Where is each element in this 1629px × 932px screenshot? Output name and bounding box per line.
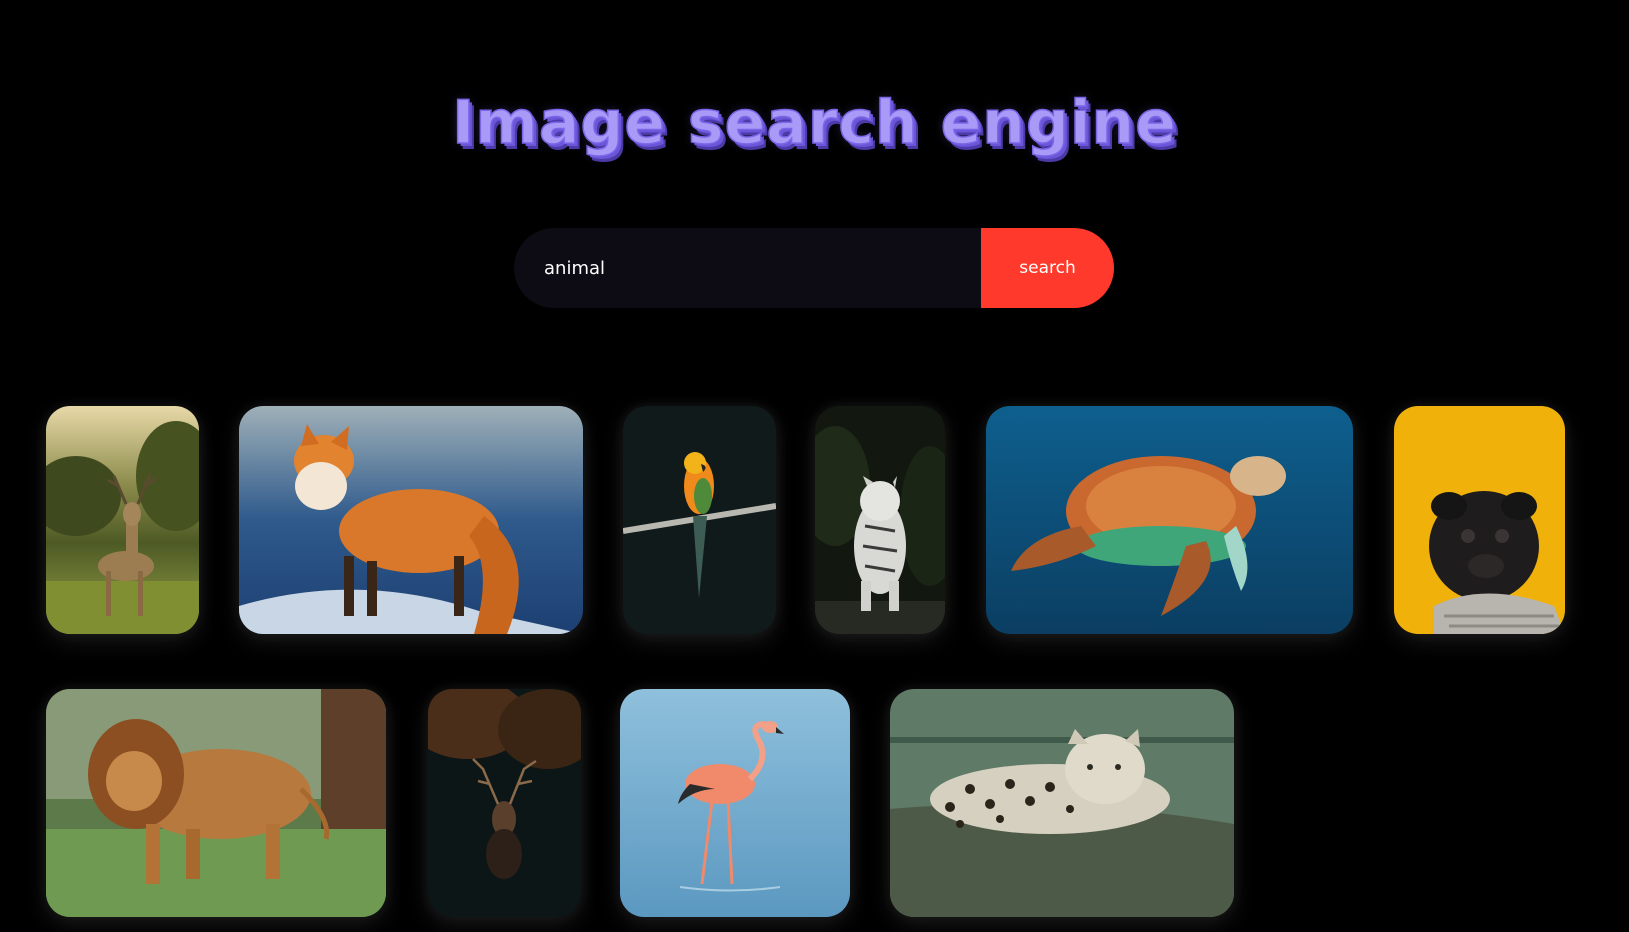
result-image-pug[interactable] xyxy=(1394,406,1565,634)
result-image-lion[interactable] xyxy=(46,689,386,917)
result-image-sea-turtle[interactable] xyxy=(986,406,1353,634)
flamingo-icon xyxy=(620,689,850,917)
image-search-page: Image search engine search xyxy=(0,0,1629,932)
page-title: Image search engine xyxy=(451,87,1177,159)
deer-icon xyxy=(46,406,199,634)
parrot-icon xyxy=(623,406,776,634)
dog-icon xyxy=(1394,406,1565,634)
search-input[interactable] xyxy=(514,228,981,308)
tiger-icon xyxy=(815,406,945,634)
lion-icon xyxy=(46,689,386,917)
turtle-icon xyxy=(986,406,1353,634)
search-button[interactable]: search xyxy=(981,228,1114,308)
result-image-fox[interactable] xyxy=(239,406,583,634)
fox-icon xyxy=(239,406,583,634)
result-image-deer[interactable] xyxy=(46,406,199,634)
result-image-white-tiger[interactable] xyxy=(815,406,945,634)
stag-icon xyxy=(428,689,581,917)
result-image-leopard[interactable] xyxy=(890,689,1234,917)
result-image-stag[interactable] xyxy=(428,689,581,917)
result-image-flamingo[interactable] xyxy=(620,689,850,917)
result-image-parrot[interactable] xyxy=(623,406,776,634)
search-form: search xyxy=(514,228,1114,308)
leopard-icon xyxy=(890,689,1234,917)
